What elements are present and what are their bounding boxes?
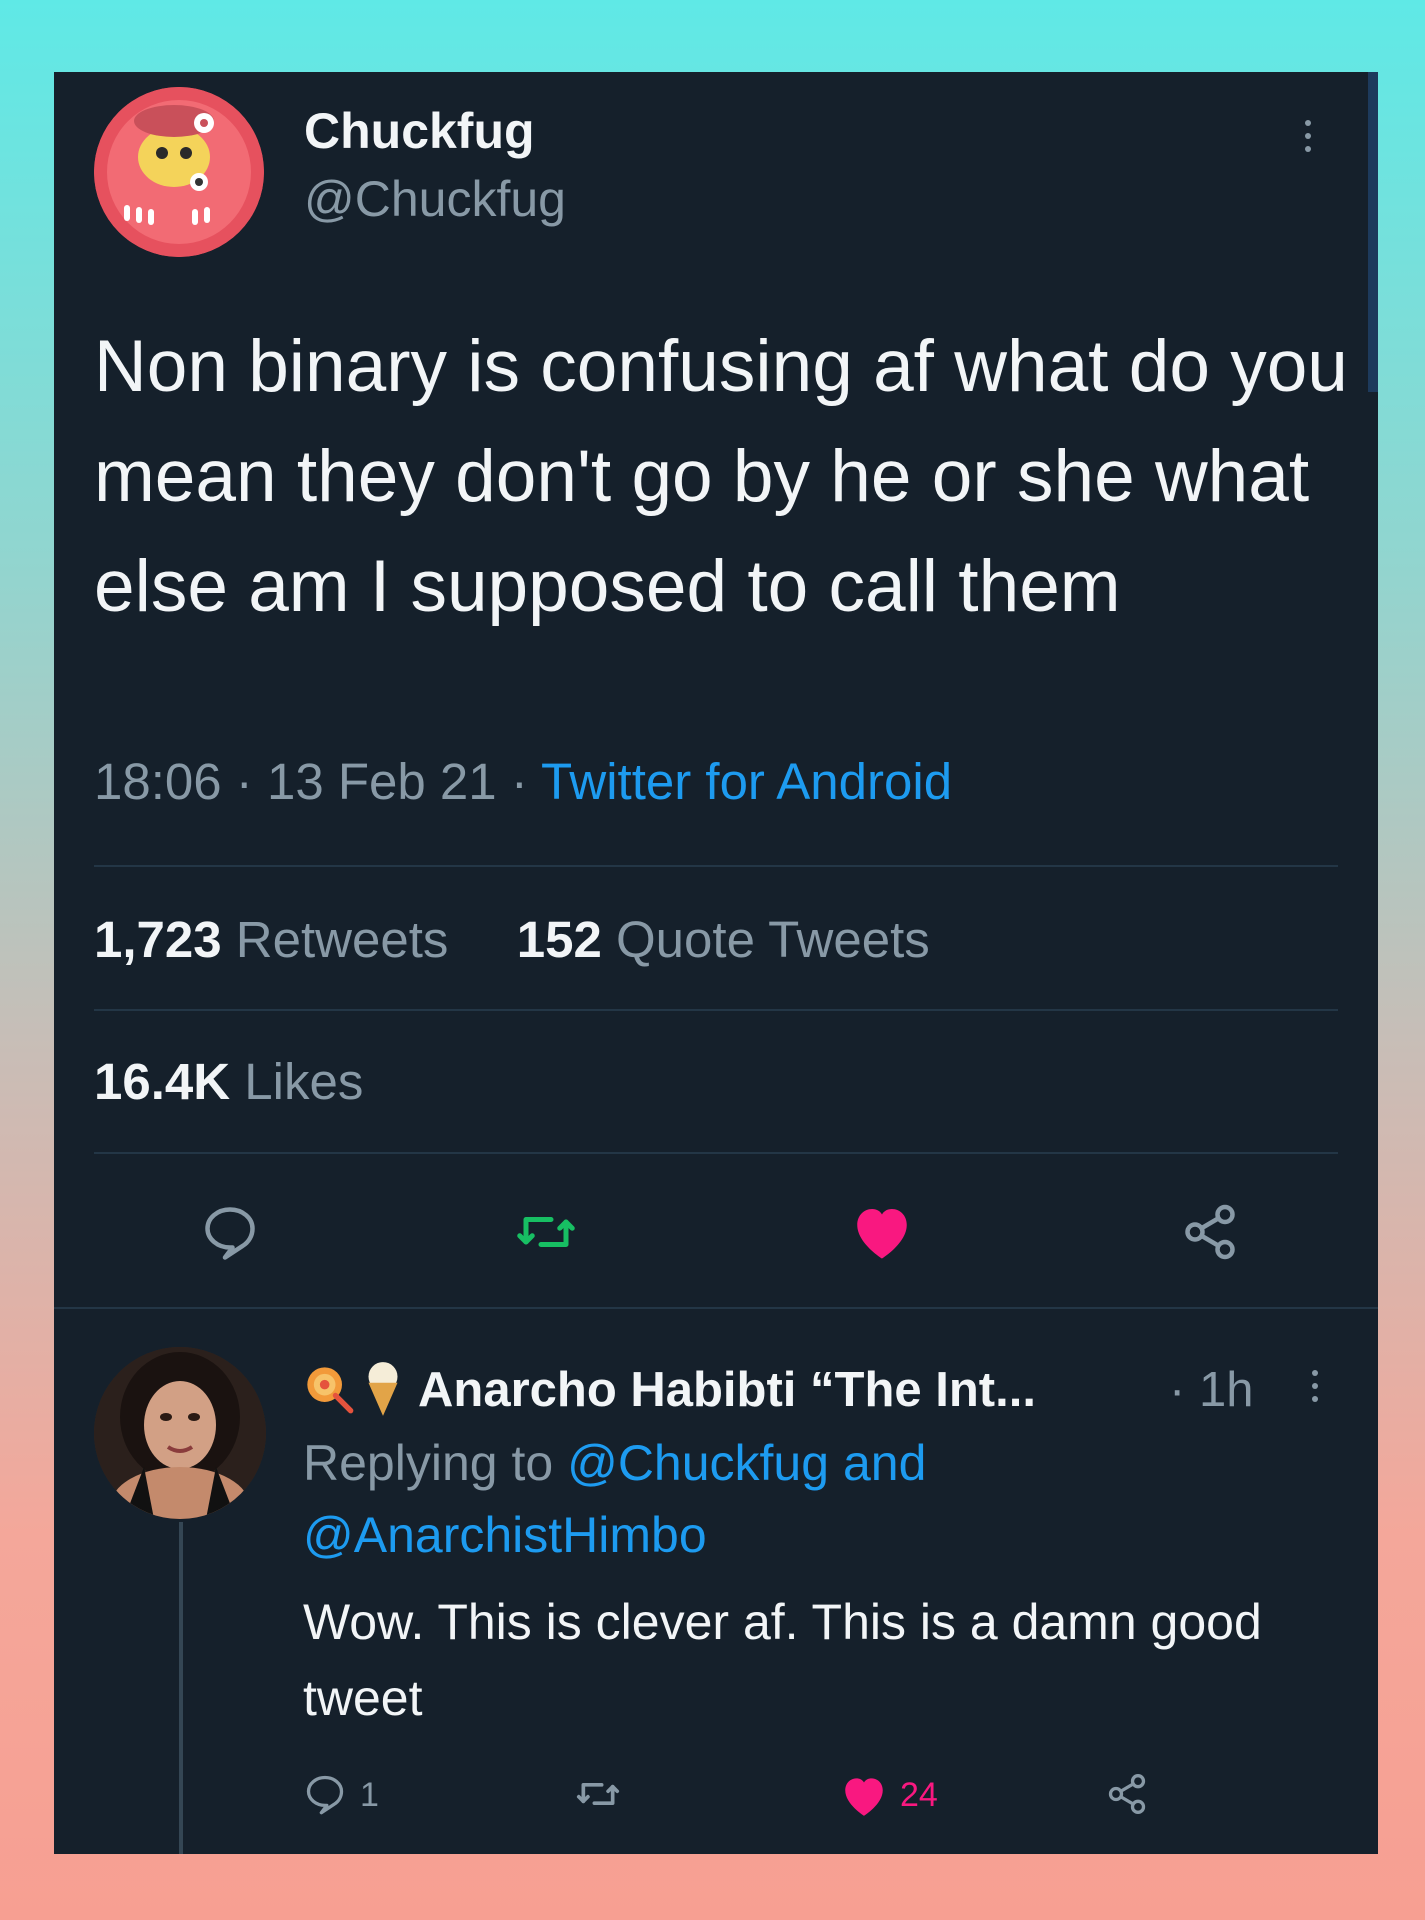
likes-count[interactable]: 16.4K — [94, 1053, 230, 1110]
tweet-date: 13 Feb 21 — [266, 753, 497, 810]
reply-share-icon[interactable] — [1104, 1772, 1150, 1821]
retweets-count[interactable]: 1,723 — [94, 911, 222, 968]
ice-cream-icon — [361, 1360, 405, 1423]
divider — [94, 865, 1338, 867]
divider — [54, 1307, 1378, 1309]
share-icon[interactable] — [1179, 1202, 1241, 1267]
scrollbar[interactable] — [1368, 72, 1378, 392]
retweet-icon[interactable] — [514, 1202, 578, 1267]
reply-like-icon[interactable] — [839, 1772, 889, 1823]
reply-retweet-icon[interactable] — [574, 1772, 622, 1821]
tweet-card: Chuckfug @Chuckfug Non binary is confusi… — [54, 72, 1378, 1854]
replying-to: Replying to @Chuckfug and @AnarchistHimb… — [303, 1427, 1203, 1571]
quote-label[interactable]: Quote Tweets — [616, 911, 930, 968]
replying-label: Replying to — [303, 1435, 554, 1491]
likes-label[interactable]: Likes — [244, 1053, 363, 1110]
tweet-time: 18:06 — [94, 753, 222, 810]
reply-time-value[interactable]: 1h — [1199, 1363, 1254, 1417]
quote-count[interactable]: 152 — [517, 911, 602, 968]
divider — [94, 1152, 1338, 1154]
reply-reply-count: 1 — [360, 1776, 379, 1814]
reply-author-avatar[interactable] — [94, 1347, 266, 1519]
replying-user-link[interactable]: @Chuckfug — [567, 1435, 829, 1491]
tweet-meta: 18:06 · 13 Feb 21 · Twitter for Android — [94, 752, 952, 811]
author-handle[interactable]: @Chuckfug — [304, 170, 566, 228]
reply-time: · 1h — [1169, 1362, 1253, 1418]
like-icon[interactable] — [849, 1200, 915, 1267]
reply-author-name[interactable]: Anarcho Habibti “The Int... — [418, 1362, 1036, 1418]
time-separator: · — [1169, 1363, 1186, 1417]
divider — [94, 1009, 1338, 1011]
reply-more-options-icon[interactable] — [1311, 1370, 1319, 1402]
retweets-label[interactable]: Retweets — [236, 911, 449, 968]
tweet-source-link[interactable]: Twitter for Android — [541, 753, 952, 810]
likes-stats: 16.4K Likes — [94, 1052, 363, 1111]
lollipop-icon — [303, 1362, 355, 1421]
reply-text: Wow. This is clever af. This is a damn g… — [303, 1594, 1262, 1726]
meta-separator: · — [235, 753, 253, 810]
retweet-stats: 1,723 Retweets 152 Quote Tweets — [94, 910, 930, 969]
replying-user-link[interactable]: @AnarchistHimbo — [303, 1507, 707, 1563]
replying-and[interactable]: and — [843, 1435, 926, 1491]
more-options-icon[interactable] — [1304, 120, 1312, 152]
author-display-name[interactable]: Chuckfug — [304, 102, 535, 160]
reply-thread-line — [179, 1522, 183, 1854]
reply-like-count: 24 — [900, 1776, 938, 1814]
author-avatar[interactable] — [94, 87, 264, 257]
tweet-text: Non binary is confusing af what do you m… — [94, 326, 1348, 627]
reply-reply-icon[interactable] — [303, 1772, 347, 1821]
meta-separator: · — [510, 753, 528, 810]
reply-icon[interactable] — [200, 1202, 260, 1267]
